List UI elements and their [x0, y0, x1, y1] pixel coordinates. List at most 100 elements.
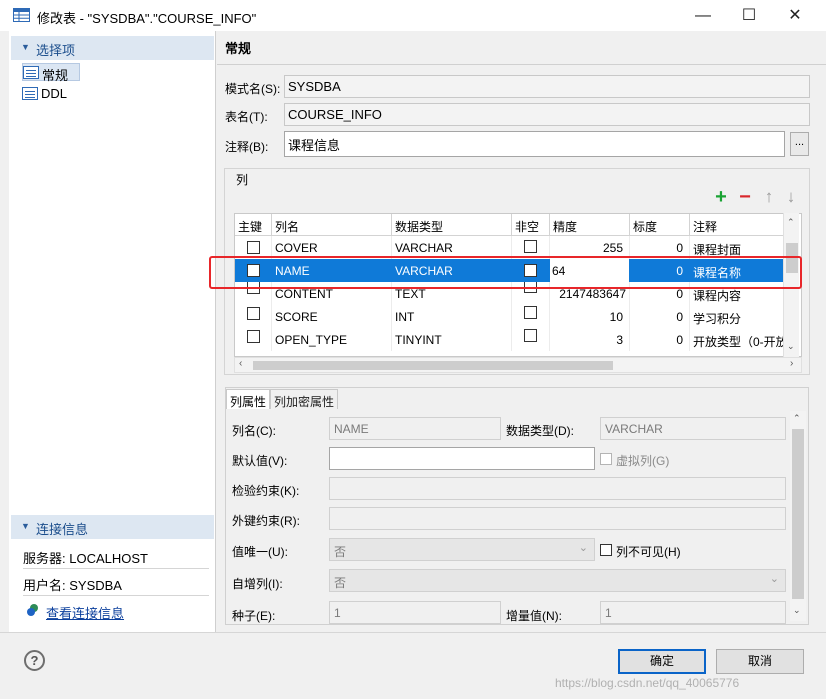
default-value-input[interactable]	[329, 447, 595, 470]
attributes-vertical-scrollbar[interactable]: ⌃ ⌄	[790, 411, 806, 621]
identity-select-value: 否	[334, 576, 347, 590]
type-cell[interactable]: INT	[392, 305, 512, 328]
notnull-checkbox[interactable]	[524, 329, 537, 342]
comment-cell[interactable]: 学习积分	[690, 305, 785, 328]
column-header-notnull[interactable]: 非空	[512, 214, 550, 236]
scroll-up-arrow-icon[interactable]: ⌃	[793, 413, 801, 424]
notnull-checkbox[interactable]	[524, 306, 537, 319]
unique-select: 否 ⌄	[329, 538, 595, 561]
comment-field[interactable]: 课程信息	[284, 131, 785, 157]
name-cell[interactable]: OPEN_TYPE	[272, 328, 392, 351]
tab-column-attributes[interactable]: 列属性	[226, 389, 271, 409]
table-horizontal-scrollbar[interactable]: ‹ ›	[234, 357, 802, 373]
sidebar-item-ddl[interactable]: DDL	[22, 85, 80, 103]
comment-cell[interactable]: 开放类型（0-开放	[690, 328, 785, 351]
column-header-scale[interactable]: 标度	[630, 214, 690, 236]
notnull-cell[interactable]	[512, 328, 550, 351]
comment-browse-button[interactable]: ...	[790, 132, 809, 156]
pk-checkbox[interactable]	[247, 307, 260, 320]
user-info: 用户名: SYSDBA	[23, 578, 122, 593]
scroll-left-arrow-icon[interactable]: ‹	[239, 358, 242, 369]
table-name-field: COURSE_INFO	[284, 103, 810, 126]
scrollbar-thumb[interactable]	[253, 361, 613, 370]
selection-header-label: 选择项	[36, 43, 76, 58]
column-header-pk[interactable]: 主键	[235, 214, 272, 236]
pk-cell[interactable]	[235, 328, 272, 351]
columns-group-title: 列	[234, 171, 251, 188]
seed-label: 种子(E):	[232, 609, 276, 623]
close-button[interactable]: ✕	[772, 0, 818, 31]
scale-cell[interactable]: 0	[630, 328, 690, 351]
schema-label: 模式名(S):	[225, 82, 281, 96]
cancel-button[interactable]: 取消	[716, 649, 804, 674]
chevron-down-icon: ⌄	[578, 542, 588, 554]
sidebar-item-general[interactable]: 常规	[22, 63, 80, 83]
watermark: https://blog.csdn.net/qq_40065776	[555, 676, 740, 690]
highlight-box	[209, 256, 802, 289]
scroll-down-arrow-icon[interactable]: ⌄	[787, 341, 795, 352]
precision-cell[interactable]: 3	[550, 328, 630, 351]
collapse-triangle-icon: ▼	[21, 521, 30, 531]
selection-section-header[interactable]: ▼ 选择项	[11, 36, 214, 60]
connection-info-icon	[27, 604, 38, 616]
help-icon[interactable]: ?	[24, 650, 45, 671]
unique-select-value: 否	[334, 545, 347, 559]
divider	[23, 568, 209, 569]
pk-checkbox[interactable]	[247, 241, 260, 254]
ok-button[interactable]: 确定	[618, 649, 706, 674]
virtual-column-label: 虚拟列(G)	[616, 454, 670, 468]
page-title: 常规	[225, 41, 252, 56]
maximize-button[interactable]: ☐	[726, 0, 772, 31]
view-connection-link[interactable]: 查看连接信息	[46, 603, 124, 622]
schema-field: SYSDBA	[284, 75, 810, 98]
add-column-icon[interactable]: +	[712, 187, 730, 207]
tab-column-encryption[interactable]: 列加密属性	[270, 389, 339, 409]
table-name-label: 表名(T):	[225, 110, 268, 124]
invisible-column-label: 列不可见(H)	[616, 545, 681, 559]
pk-checkbox[interactable]	[247, 330, 260, 343]
col-name-field: NAME	[329, 417, 501, 440]
precision-cell[interactable]: 10	[550, 305, 630, 328]
scroll-right-arrow-icon[interactable]: ›	[790, 358, 793, 369]
notnull-checkbox[interactable]	[524, 240, 537, 253]
column-header-name[interactable]: 列名	[272, 214, 392, 236]
divider	[23, 595, 209, 596]
divider	[217, 64, 826, 65]
connection-section-header[interactable]: ▼ 连接信息	[11, 515, 214, 539]
window-title: 修改表 - "SYSDBA"."COURSE_INFO"	[37, 11, 257, 26]
foreign-key-field	[329, 507, 786, 530]
increment-label: 增量值(N):	[506, 609, 562, 623]
move-down-icon[interactable]: ↓	[782, 188, 800, 206]
identity-label: 自增列(I):	[232, 577, 283, 591]
main-panel: 常规 模式名(S): SYSDBA 表名(T): COURSE_INFO 注释(…	[217, 31, 826, 632]
scrollbar-thumb[interactable]	[792, 429, 804, 599]
remove-column-icon[interactable]: −	[736, 187, 754, 207]
column-header-comment[interactable]: 注释	[690, 214, 785, 236]
move-up-icon[interactable]: ↑	[760, 188, 778, 206]
col-name-label: 列名(C):	[232, 424, 276, 438]
sidebar-item-label: 常规	[42, 68, 69, 83]
name-cell[interactable]: SCORE	[272, 305, 392, 328]
virtual-column-checkbox[interactable]	[600, 453, 612, 465]
table-icon	[13, 8, 30, 22]
column-header-type[interactable]: 数据类型	[392, 214, 512, 236]
column-header-precision[interactable]: 精度	[550, 214, 630, 236]
chevron-down-icon: ⌄	[769, 573, 779, 585]
scroll-up-arrow-icon[interactable]: ⌃	[787, 217, 795, 228]
notnull-cell[interactable]	[512, 305, 550, 328]
unique-label: 值唯一(U):	[232, 545, 288, 559]
scale-cell[interactable]: 0	[630, 305, 690, 328]
check-constraint-field	[329, 477, 786, 500]
minimize-button[interactable]: —	[680, 0, 726, 31]
pk-cell[interactable]	[235, 305, 272, 328]
connection-header-label: 连接信息	[36, 522, 89, 537]
invisible-column-checkbox[interactable]	[600, 544, 612, 556]
increment-field: 1	[600, 601, 786, 624]
scroll-down-arrow-icon[interactable]: ⌄	[793, 605, 801, 616]
seed-field: 1	[329, 601, 501, 624]
data-type-field: VARCHAR	[600, 417, 786, 440]
server-info: 服务器: LOCALHOST	[23, 551, 148, 566]
type-cell[interactable]: TINYINT	[392, 328, 512, 351]
collapse-triangle-icon: ▼	[21, 42, 30, 52]
default-label: 默认值(V):	[232, 454, 288, 468]
